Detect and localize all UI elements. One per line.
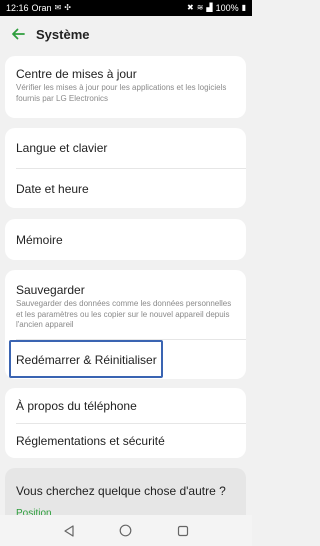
update-center-title: Centre de mises à jour (16, 67, 137, 81)
card-about: À propos du téléphone Réglementations et… (5, 388, 246, 458)
back-arrow-icon[interactable] (8, 24, 28, 44)
status-carrier: Oran (31, 3, 52, 13)
mute-icon: ✖ (187, 3, 194, 12)
date-time-item[interactable]: Date et heure (5, 169, 246, 208)
status-bar: 12:16 Oran ✉ ✣ ✖ ≋ ▟ 100% ▮ (0, 0, 252, 16)
restart-reset-item[interactable]: Redémarrer & Réinitialiser (5, 340, 246, 379)
regulations-item[interactable]: Réglementations et sécurité (5, 424, 246, 458)
message-icon: ✉ (54, 3, 62, 12)
date-time-title: Date et heure (16, 181, 89, 196)
update-center-item[interactable]: Centre de mises à jour Vérifier les mise… (5, 67, 246, 104)
back-nav-icon[interactable] (61, 523, 77, 539)
search-question: Vous cherchez quelque chose d'autre ? (16, 484, 226, 498)
language-keyboard-item[interactable]: Langue et clavier (5, 128, 246, 168)
memory-item[interactable]: Mémoire (5, 219, 246, 260)
battery-icon: ▮ (241, 3, 246, 12)
signal-icon: ▟ (206, 3, 213, 12)
home-nav-icon[interactable] (118, 523, 134, 539)
backup-item[interactable]: Sauvegarder Sauvegarder des données comm… (5, 283, 246, 331)
card-updates: Centre de mises à jour Vérifier les mise… (5, 56, 246, 118)
battery-percent: 100% (215, 3, 239, 13)
about-phone-item[interactable]: À propos du téléphone (5, 388, 246, 423)
recents-nav-icon[interactable] (175, 523, 191, 539)
status-time: 12:16 (6, 3, 29, 13)
page-title: Système (36, 26, 90, 42)
card-memory: Mémoire (5, 219, 246, 260)
restart-reset-title: Redémarrer & Réinitialiser (16, 352, 157, 367)
about-phone-title: À propos du téléphone (16, 398, 137, 413)
app-bar: Système (0, 16, 252, 52)
card-backup-reset: Sauvegarder Sauvegarder des données comm… (5, 270, 246, 379)
backup-title: Sauvegarder (16, 283, 85, 297)
card-language-date: Langue et clavier Date et heure (5, 128, 246, 208)
data-icon: ✣ (64, 3, 71, 12)
regulations-title: Réglementations et sécurité (16, 434, 165, 448)
backup-subtitle: Sauvegarder des données comme les donnée… (16, 299, 232, 329)
navigation-bar (0, 515, 252, 546)
memory-title: Mémoire (16, 232, 63, 247)
update-center-subtitle: Vérifier les mises à jour pour les appli… (16, 83, 227, 103)
language-keyboard-title: Langue et clavier (16, 141, 108, 155)
wifi-icon: ≋ (196, 3, 204, 12)
